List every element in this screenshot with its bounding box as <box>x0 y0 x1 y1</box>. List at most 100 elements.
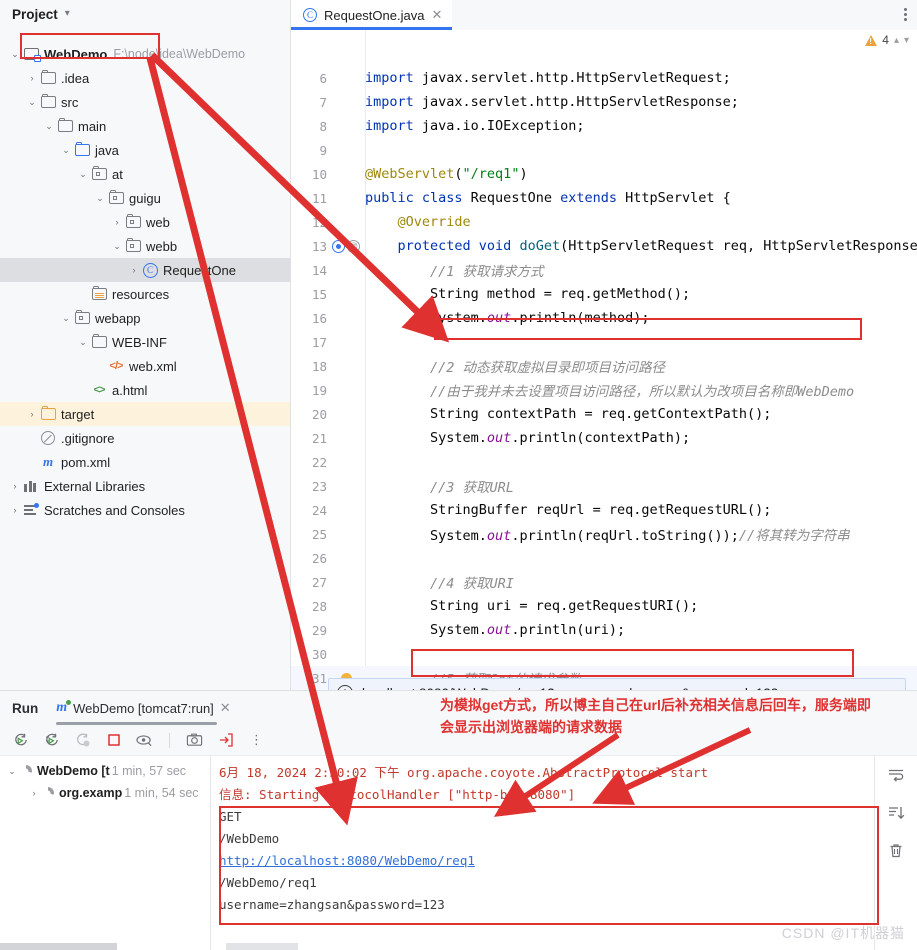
chevron-down-icon[interactable]: ▾ <box>65 9 70 19</box>
tree-expand-arrow[interactable]: › <box>25 409 39 419</box>
code-line-17[interactable]: 17 <box>291 330 917 354</box>
tree-expand-arrow[interactable]: ⌄ <box>25 97 39 108</box>
line-number: 29 <box>311 622 327 638</box>
code-line-30[interactable]: 30 <box>291 642 917 666</box>
tree-item-label: Scratches and Consoles <box>44 502 185 518</box>
code-line-26[interactable]: 26 <box>291 546 917 570</box>
tree-expand-arrow[interactable]: ⌄ <box>93 193 107 204</box>
tab-requestone-java[interactable]: C RequestOne.java ✕ <box>291 0 453 30</box>
tree-item-src[interactable]: ⌄ src <box>0 90 290 114</box>
tree-expand-arrow[interactable]: ⌄ <box>76 337 90 348</box>
clear-all-icon[interactable] <box>887 842 905 860</box>
line-number: 20 <box>311 406 327 422</box>
code-line-23[interactable]: 23 //3 获取URL <box>291 474 917 498</box>
tree-expand-arrow[interactable]: › <box>8 481 22 491</box>
code-line-7[interactable]: 7 import javax.servlet.http.HttpServletRe… <box>291 90 917 114</box>
tree-item-webdemo[interactable]: ⌄ WebDemo F:\node\idea\WebDemo <box>0 42 290 66</box>
code-text: System.out.println(method); <box>365 310 650 326</box>
tree-item-resources[interactable]: resources <box>0 282 290 306</box>
tree-item-label: guigu <box>129 190 161 206</box>
code-line-27[interactable]: 27 //4 获取URI <box>291 570 917 594</box>
code-text: //1 获取请求方式 <box>430 264 544 280</box>
debug-rerun-icon[interactable] <box>43 732 60 749</box>
screenshot-icon[interactable] <box>186 732 203 749</box>
run-tree-item[interactable]: ⌄ WebDemo [t 1 min, 57 sec <box>0 760 210 782</box>
rerun-icon[interactable] <box>12 732 29 749</box>
code-line-24[interactable]: 24 StringBuffer reqUrl = req.getRequestU… <box>291 498 917 522</box>
code-line-28[interactable]: 28 String uri = req.getRequestURI(); <box>291 594 917 618</box>
code-line-11[interactable]: 11 public class RequestOne extends HttpSe… <box>291 186 917 210</box>
soft-wrap-icon[interactable] <box>887 766 905 784</box>
code-line-18[interactable]: 18 //2 动态获取虚拟目录即项目访问路径 <box>291 354 917 378</box>
code-line-21[interactable]: 21 System.out.println(contextPath); <box>291 426 917 450</box>
tree-item-label: src <box>61 94 79 110</box>
scroll-to-end-icon[interactable] <box>887 804 905 822</box>
tree-expand-arrow[interactable]: ⌄ <box>110 241 124 252</box>
tree-item-web-inf[interactable]: ⌄ WEB-INF <box>0 330 290 354</box>
tree-item--gitignore[interactable]: .gitignore <box>0 426 290 450</box>
tree-item--idea[interactable]: › .idea <box>0 66 290 90</box>
run-tree-item[interactable]: › org.examp 1 min, 54 sec <box>0 782 210 804</box>
tree-item-webb[interactable]: ⌄ webb <box>0 234 290 258</box>
code-line-15[interactable]: 15 String method = req.getMethod(); <box>291 282 917 306</box>
code-line-20[interactable]: 20 String contextPath = req.getContextPa… <box>291 402 917 426</box>
more-options-icon[interactable]: ⋮ <box>248 732 265 749</box>
tree-item-web[interactable]: › web <box>0 210 290 234</box>
annotation-note-line2: 会显示出浏览器端的请求数据 <box>440 719 622 735</box>
code-line-22[interactable]: 22 <box>291 450 917 474</box>
tree-item-web-xml[interactable]: </> web.xml <box>0 354 290 378</box>
tree-expand-arrow[interactable]: › <box>110 217 124 227</box>
tree-item-scratches-and-consoles[interactable]: › Scratches and Consoles <box>0 498 290 522</box>
tree-item-requestone[interactable]: › C RequestOne <box>0 258 290 282</box>
editor-tab-label: RequestOne.java <box>324 7 425 23</box>
annotation-marker-icon[interactable]: @ <box>347 239 360 253</box>
code-line-14[interactable]: 14 //1 获取请求方式 <box>291 258 917 282</box>
code-editor[interactable]: 6 import javax.servlet.http.HttpServletRe… <box>291 30 917 690</box>
code-line-16[interactable]: 16 System.out.println(method); <box>291 306 917 330</box>
tree-item-java[interactable]: ⌄ java <box>0 138 290 162</box>
run-tab-webdemo[interactable]: m WebDemo [tomcat7:run] ✕ <box>56 691 234 725</box>
console-link[interactable]: http://localhost:8080/WebDemo/req1 <box>219 853 475 868</box>
stop-icon[interactable] <box>105 732 122 749</box>
tree-item-at[interactable]: ⌄ at <box>0 162 290 186</box>
tree-item-webapp[interactable]: ⌄ webapp <box>0 306 290 330</box>
tree-item-guigu[interactable]: ⌄ guigu <box>0 186 290 210</box>
tree-expand-arrow[interactable]: ⌄ <box>59 313 73 324</box>
tree-item-pom-xml[interactable]: m pom.xml <box>0 450 290 474</box>
code-line-13[interactable]: 13 @ protected void doGet(HttpServletRequ… <box>291 234 917 258</box>
run-tree-arrow[interactable]: › <box>26 788 42 798</box>
line-number: 24 <box>311 502 327 518</box>
tree-expand-arrow[interactable]: › <box>25 73 39 83</box>
override-marker-icon[interactable] <box>332 239 345 253</box>
tree-expand-arrow[interactable]: ⌄ <box>59 145 73 156</box>
code-line-12[interactable]: 12 @Override <box>291 210 917 234</box>
tree-item-label: .gitignore <box>61 430 115 446</box>
run-tree-arrow[interactable]: ⌄ <box>4 766 20 777</box>
tree-item-a-html[interactable]: <> a.html <box>0 378 290 402</box>
tree-item-target[interactable]: › target <box>0 402 290 426</box>
export-icon[interactable] <box>217 732 234 749</box>
close-icon[interactable]: ✕ <box>431 7 442 23</box>
tree-expand-arrow[interactable]: ⌄ <box>8 49 22 60</box>
tree-expand-arrow[interactable]: ⌄ <box>42 121 56 132</box>
code-line-19[interactable]: 19 //由于我并未去设置项目访问路径，所以默认为改项目名称即WebDemo <box>291 378 917 402</box>
run-panel-title: Run <box>12 700 39 716</box>
close-icon[interactable]: ✕ <box>220 700 231 716</box>
code-line-8[interactable]: 8 import java.io.IOException; <box>291 114 917 138</box>
url-inlay-hint[interactable]: i localhost:8080/WebDemo/req1?username=z… <box>328 678 906 690</box>
code-line-6[interactable]: 6 import javax.servlet.http.HttpServletRe… <box>291 66 917 90</box>
folder-target-icon <box>39 405 57 420</box>
code-line-25[interactable]: 25 System.out.println(reqUrl.toString())… <box>291 522 917 546</box>
tree-item-external-libraries[interactable]: › External Libraries <box>0 474 290 498</box>
code-line-9[interactable]: 9 <box>291 138 917 162</box>
toggle-auto-scroll-icon[interactable] <box>136 732 153 749</box>
code-line-29[interactable]: 29 System.out.println(uri); <box>291 618 917 642</box>
tree-expand-arrow[interactable]: › <box>8 505 22 515</box>
rerun-failed-icon[interactable] <box>74 732 91 749</box>
tree-item-main[interactable]: ⌄ main <box>0 114 290 138</box>
code-line-10[interactable]: 10 @WebServlet("/req1") <box>291 162 917 186</box>
tree-expand-arrow[interactable]: › <box>127 265 141 275</box>
console-output[interactable]: 6月 18, 2024 2:50:02 下午 org.apache.coyote… <box>211 756 874 950</box>
tree-expand-arrow[interactable]: ⌄ <box>76 169 90 180</box>
more-options-icon[interactable] <box>904 8 907 23</box>
